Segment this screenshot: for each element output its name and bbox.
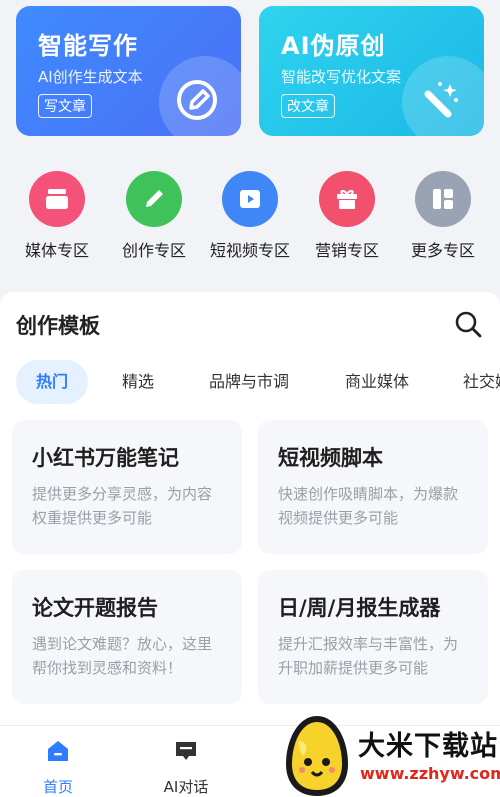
template-title: 短视频脚本 (278, 446, 383, 470)
grid-icon (415, 171, 471, 227)
card-title: AI伪原创 (281, 32, 386, 60)
nav-ai-chat[interactable]: AI对话 (136, 738, 236, 797)
media-icon (29, 171, 85, 227)
template-card-xiaohongshu[interactable]: 小红书万能笔记 提供更多分享灵感，为内容权重提供更多可能 (12, 420, 242, 554)
category-short-video[interactable]: 短视频专区 (200, 171, 300, 261)
template-card-report-generator[interactable]: 日/周/月报生成器 提升汇报效率与丰富性，为升职加薪提供更多可能 (258, 570, 488, 704)
category-media[interactable]: 媒体专区 (7, 171, 107, 261)
mascot-logo-icon (286, 716, 348, 796)
tab-social-media[interactable]: 社交媒 (463, 360, 500, 404)
tab-featured[interactable]: 精选 (122, 360, 154, 404)
template-title: 日/周/月报生成器 (278, 596, 441, 620)
category-label: 媒体专区 (24, 241, 89, 260)
template-desc: 提升汇报效率与丰富性，为升职加薪提供更多可能 (278, 635, 459, 677)
tab-business-media[interactable]: 商业媒体 (345, 360, 409, 404)
template-tabs: 热门 精选 品牌与市调 商业媒体 社交媒 (16, 360, 500, 404)
category-more[interactable]: 更多专区 (393, 171, 493, 261)
watermark-url: www.zzhyw.com (360, 764, 500, 783)
smart-writing-card[interactable]: 智能写作 AI创作生成文本 写文章 (16, 6, 241, 136)
template-title: 论文开题报告 (32, 596, 158, 620)
category-label: 营销专区 (314, 241, 379, 260)
template-desc: 快速创作吸睛脚本，为爆款视频提供更多可能 (278, 485, 459, 527)
category-label: 短视频专区 (209, 241, 290, 260)
write-article-button[interactable]: 写文章 (38, 94, 92, 118)
template-card-thesis-proposal[interactable]: 论文开题报告 遇到论文难题？放心，这里帮你找到灵感和资料！ (12, 570, 242, 704)
nav-home[interactable]: 首页 (8, 738, 108, 797)
card-title: 智能写作 (38, 32, 138, 60)
ai-rewrite-card[interactable]: AI伪原创 智能改写优化文案 改文章 (259, 6, 484, 136)
card-subtitle: 智能改写优化文案 (281, 68, 402, 86)
rewrite-article-button[interactable]: 改文章 (281, 94, 335, 118)
category-label: 更多专区 (410, 241, 475, 260)
pen-icon (126, 171, 182, 227)
category-label: 创作专区 (121, 241, 186, 260)
edit-pen-icon (177, 80, 217, 120)
nav-label: 首页 (42, 778, 73, 796)
search-icon[interactable] (454, 310, 482, 338)
chat-icon (176, 742, 196, 760)
category-marketing[interactable]: 营销专区 (297, 171, 397, 261)
video-icon (222, 171, 278, 227)
template-desc: 遇到论文难题？放心，这里帮你找到灵感和资料！ (32, 635, 213, 677)
watermark: 大米下载站 www.zzhyw.com (276, 712, 500, 797)
category-creation[interactable]: 创作专区 (104, 171, 204, 261)
watermark-name: 大米下载站 (358, 731, 498, 762)
magic-wand-icon (424, 82, 458, 118)
nav-label: AI对话 (163, 778, 209, 796)
tab-brand-research[interactable]: 品牌与市调 (209, 360, 289, 404)
gift-icon (319, 171, 375, 227)
template-card-video-script[interactable]: 短视频脚本 快速创作吸睛脚本，为爆款视频提供更多可能 (258, 420, 488, 554)
card-subtitle: AI创作生成文本 (38, 68, 143, 86)
template-title: 小红书万能笔记 (32, 446, 179, 470)
home-icon (48, 741, 68, 761)
tab-hot[interactable]: 热门 (16, 360, 88, 404)
section-title: 创作模板 (16, 314, 100, 338)
template-desc: 提供更多分享灵感，为内容权重提供更多可能 (32, 485, 213, 527)
